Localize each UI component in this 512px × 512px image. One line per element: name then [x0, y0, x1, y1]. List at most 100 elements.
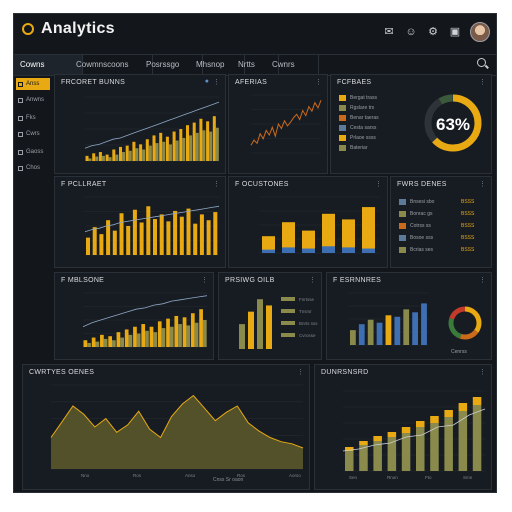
list-item[interactable]: Bcrias ses BSSS: [399, 245, 489, 255]
sidebar-item-label: Anss: [26, 81, 40, 87]
search-icon[interactable]: [477, 58, 486, 67]
bar-cap: [444, 410, 453, 417]
panel-forecast-bars: FRCORET BUNNS ● ⋮: [54, 74, 226, 174]
sidebar-icon: [18, 81, 23, 87]
sidebar-item-1[interactable]: Anwns: [16, 94, 50, 106]
chart-footnote: Cnss Sr oaon: [213, 477, 244, 483]
bar: [166, 318, 170, 347]
bar: [155, 143, 159, 161]
bar: [421, 303, 427, 345]
bar: [85, 155, 89, 161]
sidebar: Anss Anwns Fks Cwrs Gaoss Chos: [14, 74, 52, 274]
legend-label: Tnsrsr: [299, 309, 312, 314]
bar: [116, 332, 121, 347]
legend-label: Fnrtsse: [299, 297, 315, 302]
bar-segment: [362, 248, 375, 253]
list-label: Bcrias ses: [410, 247, 434, 253]
bar: [179, 129, 183, 161]
bar: [103, 338, 108, 347]
list-label: Bonrac gs: [410, 211, 433, 217]
legend-swatch: [281, 309, 295, 313]
chart-p5: [259, 196, 379, 254]
list-icon: [399, 235, 406, 241]
bar: [213, 212, 218, 255]
bar: [199, 118, 203, 161]
list-label: Bnsesi sbo: [410, 199, 435, 205]
sidebar-item-5[interactable]: Chos: [16, 162, 50, 174]
bar: [195, 132, 199, 161]
list-icon: [399, 223, 406, 229]
settings-icon[interactable]: ⚙: [426, 25, 440, 39]
panel-area-chart: CWRTYES OENES ⋮ Nno Ros Anso Ros Aorso Cnss …: [22, 364, 310, 490]
x-tick-label: Sen: [349, 475, 358, 480]
chart-p1: [84, 96, 220, 162]
tab-5[interactable]: Cwnrs: [266, 55, 319, 75]
bar: [373, 441, 382, 471]
bar: [83, 340, 88, 347]
tab-label: Cowmnscoons: [76, 60, 129, 69]
bar: [186, 208, 191, 255]
list-item[interactable]: Bnsesi sbo BSSS: [399, 197, 489, 207]
x-tick-label: Anso: [185, 473, 196, 478]
bar: [168, 144, 172, 161]
trend-line: [84, 205, 220, 233]
bar-cap: [416, 421, 425, 427]
list-icon: [399, 211, 406, 217]
bar: [112, 230, 117, 255]
bar: [193, 223, 198, 255]
panel-menu-icon[interactable]: ⋮: [479, 180, 486, 188]
bar: [120, 337, 125, 347]
bar: [88, 158, 92, 161]
sidebar-item-2[interactable]: Fks: [16, 112, 50, 124]
bar: [112, 340, 116, 347]
bar: [100, 334, 104, 347]
list-value: BSSS: [461, 199, 475, 205]
bar: [108, 157, 112, 161]
tab-label: Nrtts: [238, 60, 255, 69]
bar: [206, 121, 210, 161]
x-tick-label: Smn: [463, 475, 473, 480]
bar: [145, 330, 149, 347]
sidebar-item-4[interactable]: Gaoss: [16, 146, 50, 158]
bar: [345, 451, 354, 471]
list-item[interactable]: Bosoe sss BSSS: [399, 233, 489, 243]
bar: [126, 226, 131, 255]
avatar[interactable]: [470, 22, 490, 42]
bar: [194, 322, 199, 347]
bar: [86, 237, 91, 255]
bar: [139, 144, 143, 161]
sidebar-item-label: Fks: [26, 115, 36, 121]
bar: [350, 330, 356, 345]
bell-icon[interactable]: ✉: [382, 25, 396, 39]
bar: [189, 135, 193, 161]
bar-segment: [342, 247, 355, 253]
list-item[interactable]: Bonrac gs BSSS: [399, 209, 489, 219]
x-tick-label: Aorso: [289, 473, 301, 478]
bar: [209, 131, 213, 161]
sidebar-item-3[interactable]: Cwrs: [16, 128, 50, 140]
bar: [186, 125, 190, 161]
share-icon[interactable]: ▣: [448, 25, 462, 39]
bar: [215, 127, 219, 161]
bar: [182, 137, 186, 161]
sidebar-item-0[interactable]: Anss: [16, 78, 50, 90]
bar: [401, 433, 411, 471]
bar: [416, 427, 425, 471]
bar: [266, 305, 272, 349]
bar: [108, 336, 113, 347]
bar: [166, 221, 171, 255]
bar: [95, 156, 99, 161]
panel-bar-donut: F ESRNNRES ⋮ Cenrss: [326, 272, 492, 360]
chart-p8: Fnrtsse Tnsrsr Bnrts sss Cvrosse: [239, 297, 318, 349]
bar-cap: [458, 403, 468, 411]
list-label: Bosoe sss: [410, 235, 434, 241]
bar: [99, 234, 104, 255]
bar: [472, 405, 482, 471]
bar: [157, 321, 162, 347]
list-item[interactable]: Cotrss ss BSSS: [399, 221, 489, 231]
bar: [169, 326, 174, 347]
list-icon: [399, 247, 406, 253]
bar: [124, 329, 129, 347]
user-icon[interactable]: ☺: [404, 25, 418, 39]
list-value: BSSS: [461, 211, 475, 217]
